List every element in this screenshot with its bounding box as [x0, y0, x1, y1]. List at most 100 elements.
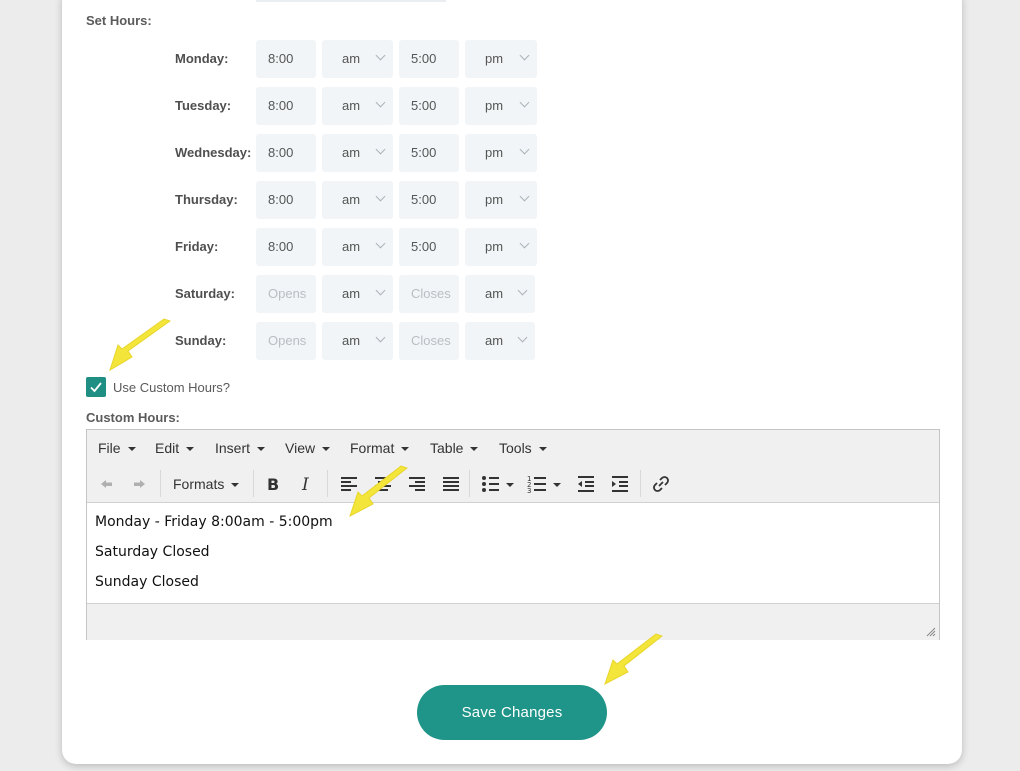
- open-time-friday[interactable]: 8:00: [256, 228, 316, 266]
- caret-down-icon: [127, 447, 136, 452]
- chevron-down-icon: [519, 144, 530, 155]
- menu-view[interactable]: View: [285, 440, 331, 456]
- close-ampm-friday[interactable]: pm: [465, 228, 537, 266]
- open-time-monday[interactable]: 8:00: [256, 40, 316, 78]
- numbered-list-icon[interactable]: 1 2 3: [527, 474, 561, 494]
- editor-statusbar: [87, 603, 939, 640]
- menu-table[interactable]: Table: [430, 440, 479, 456]
- editor-toolbar: Formats B I 1 2 3: [87, 465, 939, 503]
- chevron-down-icon: [375, 332, 386, 343]
- use-custom-hours-checkbox[interactable]: [86, 377, 106, 397]
- checkmark-icon: [90, 382, 102, 393]
- close-time-saturday[interactable]: Closes: [399, 275, 459, 313]
- chevron-down-icon: [375, 97, 386, 108]
- chevron-down-icon: [375, 285, 386, 296]
- open-ampm-sunday[interactable]: am: [322, 322, 393, 360]
- italic-icon[interactable]: I: [297, 474, 317, 494]
- rich-text-editor: File Edit Insert View Format Table Tools…: [86, 429, 940, 640]
- use-custom-hours-label: Use Custom Hours?: [113, 380, 231, 395]
- annotation-arrow-icon: [604, 633, 664, 686]
- close-time-sunday[interactable]: Closes: [399, 322, 459, 360]
- save-changes-button[interactable]: Save Changes: [417, 685, 607, 740]
- day-label-friday: Friday:: [175, 239, 219, 254]
- annotation-arrow-icon: [109, 318, 172, 372]
- toolbar-separator: [160, 470, 161, 497]
- open-time-sunday[interactable]: Opens: [256, 322, 316, 360]
- open-ampm-monday[interactable]: am: [322, 40, 393, 78]
- day-label-saturday: Saturday:: [175, 286, 235, 301]
- open-ampm-thursday[interactable]: am: [322, 181, 393, 219]
- chevron-down-icon: [519, 191, 530, 202]
- toolbar-separator: [327, 470, 328, 497]
- svg-text:B: B: [267, 475, 279, 494]
- caret-down-icon: [231, 483, 240, 488]
- open-time-saturday[interactable]: Opens: [256, 275, 316, 313]
- toolbar-separator: [253, 470, 254, 497]
- chevron-down-icon: [375, 191, 386, 202]
- custom-hours-label: Custom Hours:: [86, 410, 180, 425]
- menu-tools[interactable]: Tools: [499, 440, 547, 456]
- align-justify-icon[interactable]: [441, 474, 461, 494]
- outdent-icon[interactable]: [576, 474, 596, 494]
- svg-text:3: 3: [527, 487, 531, 494]
- day-label-wednesday: Wednesday:: [175, 145, 252, 160]
- open-time-thursday[interactable]: 8:00: [256, 181, 316, 219]
- close-time-wednesday[interactable]: 5:00: [399, 134, 459, 172]
- menu-insert[interactable]: Insert: [215, 440, 266, 456]
- close-ampm-thursday[interactable]: pm: [465, 181, 537, 219]
- menu-format[interactable]: Format: [350, 440, 410, 456]
- toolbar-separator: [640, 470, 641, 497]
- open-time-wednesday[interactable]: 8:00: [256, 134, 316, 172]
- day-label-tuesday: Tuesday:: [175, 98, 232, 113]
- close-ampm-wednesday[interactable]: pm: [465, 134, 537, 172]
- resize-handle-icon[interactable]: [926, 627, 936, 637]
- undo-icon[interactable]: [97, 474, 115, 494]
- menu-file[interactable]: File: [98, 440, 136, 456]
- editor-menubar: File Edit Insert View Format Table Tools: [87, 430, 939, 465]
- content-line: Sunday Closed: [95, 574, 199, 590]
- redo-icon[interactable]: [131, 474, 149, 494]
- open-ampm-friday[interactable]: am: [322, 228, 393, 266]
- caret-down-icon: [186, 447, 195, 452]
- close-time-tuesday[interactable]: 5:00: [399, 87, 459, 125]
- open-time-tuesday[interactable]: 8:00: [256, 87, 316, 125]
- chevron-down-icon: [517, 285, 528, 296]
- chevron-down-icon: [519, 50, 530, 61]
- chevron-down-icon: [375, 238, 386, 249]
- chevron-down-icon: [519, 97, 530, 108]
- menu-edit[interactable]: Edit: [155, 440, 195, 456]
- chevron-down-icon: [375, 144, 386, 155]
- close-ampm-monday[interactable]: pm: [465, 40, 537, 78]
- content-line: Monday - Friday 8:00am - 5:00pm: [95, 514, 333, 530]
- open-ampm-wednesday[interactable]: am: [322, 134, 393, 172]
- svg-text:I: I: [301, 475, 309, 494]
- day-label-sunday: Sunday:: [175, 333, 227, 348]
- chevron-down-icon: [519, 238, 530, 249]
- chevron-down-icon: [517, 332, 528, 343]
- caret-down-icon: [401, 447, 410, 452]
- chevron-down-icon: [375, 50, 386, 61]
- formats-dropdown[interactable]: Formats: [173, 476, 240, 492]
- content-line: Saturday Closed: [95, 544, 210, 560]
- bold-icon[interactable]: B: [263, 474, 283, 494]
- close-ampm-sunday[interactable]: am: [465, 322, 535, 360]
- set-hours-label: Set Hours:: [86, 13, 152, 28]
- caret-down-icon: [322, 447, 331, 452]
- previous-field-edge: [256, 0, 446, 2]
- open-ampm-saturday[interactable]: am: [322, 275, 393, 313]
- close-time-friday[interactable]: 5:00: [399, 228, 459, 266]
- indent-icon[interactable]: [610, 474, 630, 494]
- day-label-monday: Monday:: [175, 51, 229, 66]
- day-label-thursday: Thursday:: [175, 192, 238, 207]
- close-ampm-saturday[interactable]: am: [465, 275, 535, 313]
- caret-down-icon: [257, 447, 266, 452]
- bullet-list-icon[interactable]: [480, 474, 514, 494]
- annotation-arrow-icon: [349, 465, 409, 518]
- caret-down-icon: [470, 447, 479, 452]
- link-icon[interactable]: [651, 474, 671, 494]
- close-time-monday[interactable]: 5:00: [399, 40, 459, 78]
- close-ampm-tuesday[interactable]: pm: [465, 87, 537, 125]
- close-time-thursday[interactable]: 5:00: [399, 181, 459, 219]
- editor-content[interactable]: Monday - Friday 8:00am - 5:00pm Saturday…: [95, 514, 333, 604]
- open-ampm-tuesday[interactable]: am: [322, 87, 393, 125]
